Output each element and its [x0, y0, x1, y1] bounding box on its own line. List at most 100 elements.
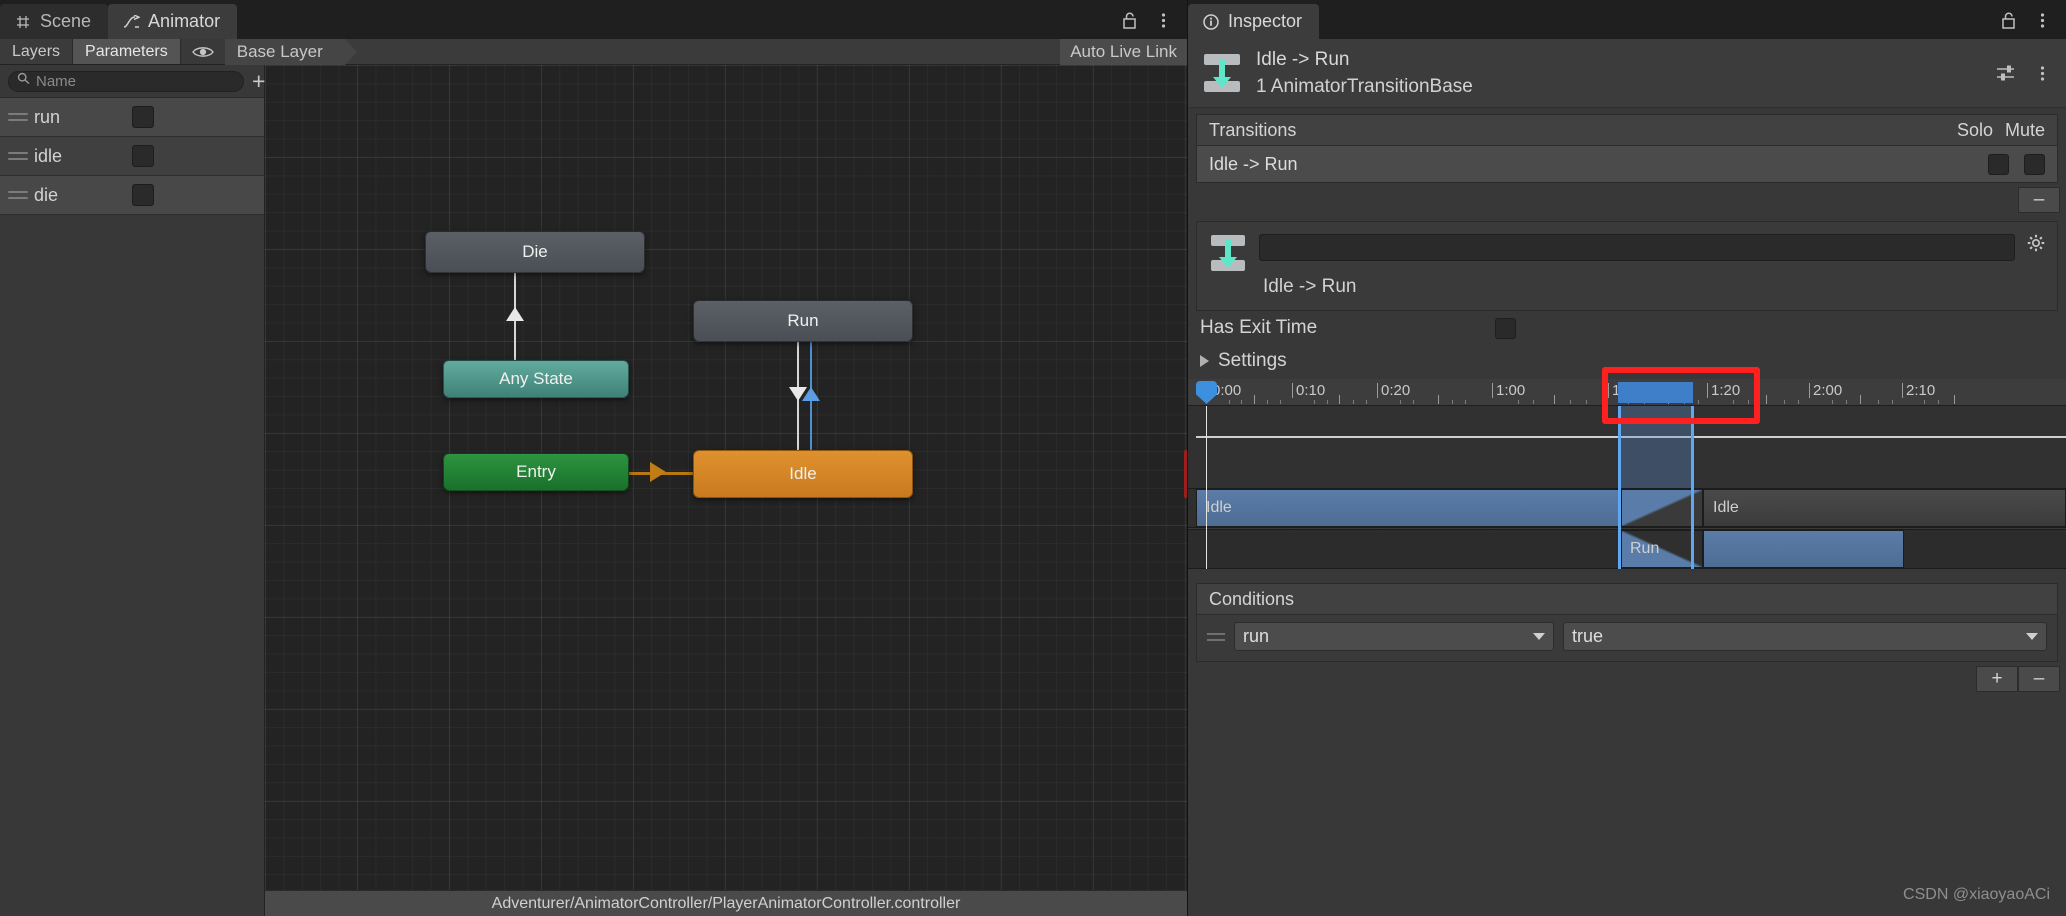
kebab-menu-icon[interactable] — [1153, 9, 1173, 31]
tab-parameters[interactable]: Parameters — [73, 39, 181, 64]
tick-label: 0:20 — [1376, 382, 1411, 399]
condition-value-dropdown[interactable]: true — [1563, 622, 2047, 651]
breadcrumb[interactable]: Base Layer — [224, 38, 357, 65]
transition-timeline[interactable]: 0:00 0:10 0:20 1:00 1:10 1:20 2:00 2:10 — [1188, 367, 2066, 569]
add-parameter-button[interactable]: + — [252, 69, 265, 93]
add-condition-button[interactable]: + — [1976, 666, 2018, 692]
tab-layers[interactable]: Layers — [0, 39, 74, 64]
info-icon — [1202, 13, 1220, 31]
parameter-name: idle — [34, 145, 63, 166]
chevron-down-icon — [2026, 633, 2038, 640]
transition-end-marker[interactable] — [1691, 406, 1694, 569]
timeline-clip-label: Idle — [1713, 499, 1739, 516]
transition-range-band[interactable] — [1618, 382, 1693, 403]
timeline-clip-idle[interactable]: Idle — [1196, 489, 1621, 527]
mute-label: Mute — [2004, 119, 2045, 140]
solo-checkbox[interactable] — [1988, 153, 2009, 175]
remove-condition-button[interactable]: – — [2018, 666, 2060, 692]
tab-animator-label: Animator — [148, 11, 221, 31]
state-node-any-state[interactable]: Any State — [443, 360, 629, 398]
watermark: CSDN @xiaoyaoACi — [1903, 886, 2050, 903]
has-exit-time-row: Has Exit Time — [1188, 311, 2066, 345]
transition-toggles — [1988, 153, 2045, 175]
gear-icon[interactable] — [2027, 234, 2045, 252]
inspector-tabstrip: Inspector — [1188, 0, 2066, 39]
parameter-name: die — [34, 184, 59, 205]
animator-window: Scene Animator Layers Parameters Base La… — [0, 0, 1188, 916]
object-title: Idle -> Run — [1256, 48, 1350, 70]
conditions-title: Conditions — [1209, 588, 1295, 609]
grid-icon — [14, 13, 32, 31]
parameter-bool-checkbox[interactable] — [132, 145, 154, 167]
edge-arrow-up-icon — [506, 307, 524, 321]
transitions-remove-bar: – — [1188, 183, 2066, 217]
tab-parameters-label: Parameters — [85, 42, 168, 60]
tab-animator[interactable]: Animator — [108, 4, 238, 39]
timeline-playhead[interactable] — [1196, 381, 1217, 569]
search-input[interactable] — [36, 72, 235, 90]
drag-handle-icon[interactable] — [8, 113, 28, 121]
condition-parameter-dropdown[interactable]: run — [1234, 622, 1554, 651]
kebab-menu-icon[interactable] — [2032, 62, 2052, 84]
condition-row: run true — [1197, 615, 2057, 661]
state-node-run[interactable]: Run — [693, 300, 913, 342]
graph-status-bar: Adventurer/AnimatorController/PlayerAnim… — [265, 890, 1187, 916]
inspector-window: Inspector Idle -> Run 1 AnimatorTransiti… — [1188, 0, 2066, 916]
transition-list-item[interactable]: Idle -> Run — [1197, 146, 2057, 182]
animator-state-graph[interactable]: Die Run Any State Entry Idle Adventurer/… — [265, 65, 1187, 916]
inspector-titles: Idle -> Run 1 AnimatorTransitionBase — [1256, 49, 1473, 98]
mute-checkbox[interactable] — [2024, 153, 2045, 175]
inspector-window-controls — [1998, 9, 2066, 39]
animator-body: + run idle die — [0, 65, 1187, 916]
tab-inspector[interactable]: Inspector — [1188, 4, 1320, 39]
settings-label: Settings — [1218, 350, 1287, 371]
parameter-row-die[interactable]: die — [0, 176, 264, 215]
conditions-box: Conditions run true — [1196, 583, 2058, 662]
settings-foldout[interactable]: Settings — [1188, 345, 2066, 377]
timeline-clip-run-body[interactable] — [1703, 530, 1904, 568]
animator-tabstrip: Scene Animator — [0, 0, 1187, 39]
timeline-clip-idle-tail[interactable]: Idle — [1703, 489, 2066, 527]
condition-value: true — [1572, 626, 1604, 646]
transition-list-item-label: Idle -> Run — [1209, 153, 1298, 174]
state-node-label: Run — [787, 311, 819, 330]
drag-handle-icon[interactable] — [8, 152, 28, 160]
tab-scene[interactable]: Scene — [0, 4, 109, 39]
transition-detail-subtitle: Idle -> Run — [1263, 276, 1357, 297]
transition-name-input[interactable] — [1259, 234, 2015, 261]
edge-arrow-right-icon — [650, 462, 666, 482]
state-node-idle[interactable]: Idle — [693, 450, 913, 498]
inspector-header-actions — [1996, 62, 2052, 84]
timeline-clip-label: Run — [1630, 540, 1660, 557]
parameters-list: run idle die — [0, 97, 264, 916]
solo-label: Solo — [1956, 119, 1993, 140]
state-node-entry[interactable]: Entry — [443, 453, 629, 491]
timeline-clip-label: Idle — [1206, 499, 1232, 516]
transition-start-marker[interactable] — [1618, 406, 1621, 569]
lock-icon[interactable] — [1119, 9, 1139, 31]
breadcrumb-label: Base Layer — [236, 41, 323, 61]
state-node-label: Die — [522, 242, 548, 261]
lock-icon[interactable] — [1998, 9, 2018, 31]
state-node-die[interactable]: Die — [425, 231, 645, 273]
remove-transition-button[interactable]: – — [2018, 187, 2060, 213]
parameter-bool-checkbox[interactable] — [132, 106, 154, 128]
parameter-row-run[interactable]: run — [0, 98, 264, 137]
animator-icon — [122, 13, 140, 31]
drag-handle-icon[interactable] — [1207, 632, 1225, 641]
tick-label: 2:00 — [1808, 382, 1843, 399]
parameters-sidebar: + run idle die — [0, 65, 287, 916]
transition-detail-top — [1197, 222, 2057, 272]
parameter-bool-checkbox[interactable] — [132, 184, 154, 206]
parameter-row-idle[interactable]: idle — [0, 137, 264, 176]
transitions-header: Transitions Solo Mute — [1197, 115, 2057, 146]
preset-icon[interactable] — [1996, 62, 2016, 84]
drag-handle-icon[interactable] — [8, 191, 28, 199]
has-exit-time-checkbox[interactable] — [1495, 317, 1516, 339]
eye-icon[interactable] — [180, 39, 225, 64]
search-field[interactable] — [8, 70, 244, 92]
auto-live-link-button[interactable]: Auto Live Link — [1060, 38, 1187, 65]
timeline-ruler[interactable]: 0:00 0:10 0:20 1:00 1:10 1:20 2:00 2:10 — [1188, 379, 2066, 406]
conditions-header: Conditions — [1197, 584, 2057, 615]
kebab-menu-icon[interactable] — [2032, 9, 2052, 31]
